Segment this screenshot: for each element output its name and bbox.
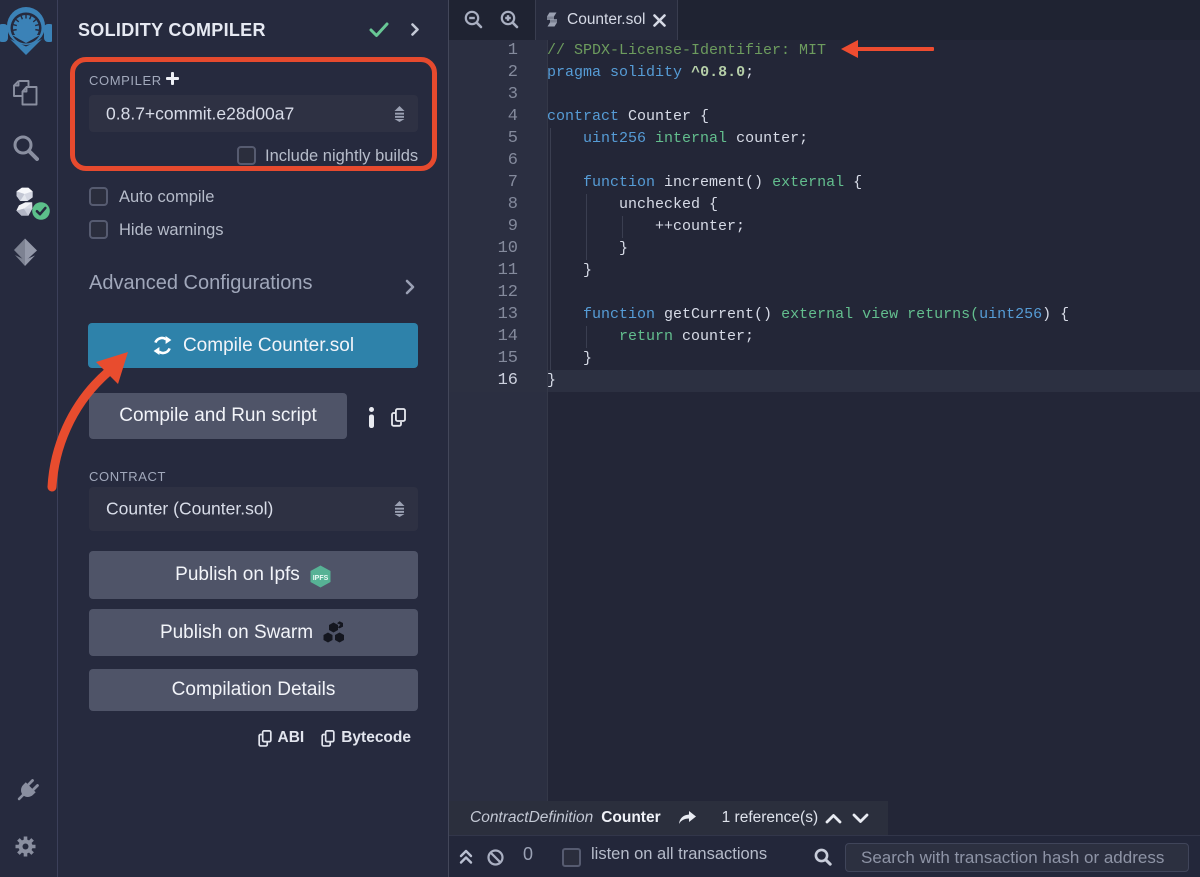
svg-text:IPFS: IPFS <box>313 575 329 582</box>
